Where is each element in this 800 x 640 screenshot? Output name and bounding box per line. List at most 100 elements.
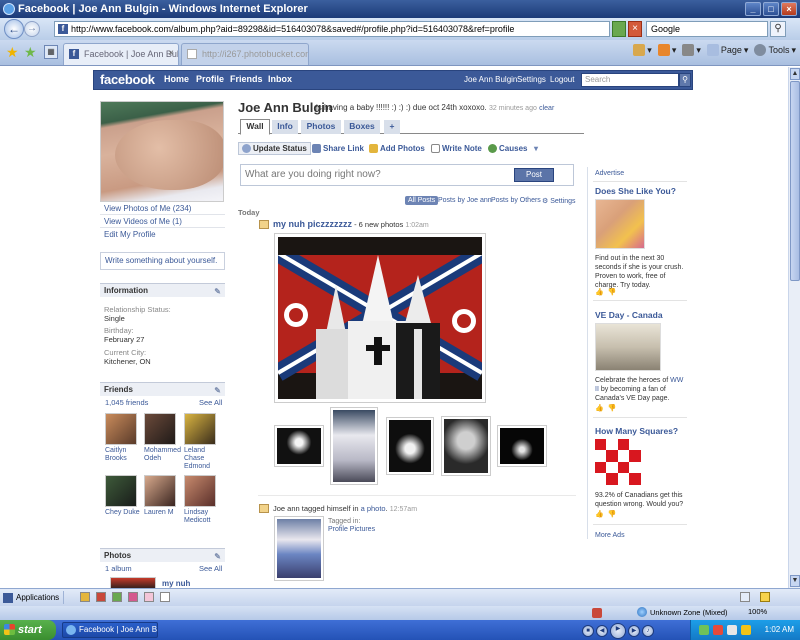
tag-time[interactable]: 12:57am bbox=[390, 506, 417, 513]
ad-image[interactable] bbox=[595, 439, 641, 485]
advertise-link[interactable]: Advertise bbox=[595, 170, 624, 177]
scroll-down-arrow-icon[interactable]: ▼ bbox=[790, 575, 800, 587]
write-about-yourself-box[interactable]: Write something about yourself. bbox=[100, 252, 225, 270]
address-bar[interactable]: f http://www.facebook.com/album.php?aid=… bbox=[54, 21, 610, 37]
friend-photo[interactable] bbox=[105, 413, 137, 445]
pencil-icon[interactable]: ✎ bbox=[214, 384, 221, 397]
start-button[interactable]: start bbox=[0, 620, 56, 640]
story-time[interactable]: 1:02am bbox=[405, 222, 428, 229]
tab-photos[interactable]: Photos bbox=[301, 120, 341, 134]
ad-image[interactable] bbox=[595, 199, 645, 249]
friend-photo[interactable] bbox=[184, 413, 216, 445]
fb-search-input[interactable]: Search bbox=[581, 73, 679, 87]
view-photos-link[interactable]: View Photos of Me (234) bbox=[104, 204, 191, 213]
ad-title[interactable]: Does She Like You? bbox=[595, 186, 676, 196]
friend-name[interactable]: Chey Duke bbox=[105, 509, 145, 517]
post-button[interactable]: Post bbox=[514, 168, 554, 182]
gifts-app-icon[interactable] bbox=[128, 592, 138, 602]
nav-profile[interactable]: Profile bbox=[196, 74, 224, 84]
forward-button[interactable]: → bbox=[24, 21, 40, 37]
tab-wall[interactable]: Wall bbox=[240, 119, 270, 135]
add-favorites-icon[interactable]: ★ bbox=[24, 45, 38, 59]
album-name-link[interactable]: my nuh bbox=[162, 579, 190, 588]
ad-like-buttons[interactable]: 👍 👎 bbox=[595, 404, 617, 412]
edit-profile-link[interactable]: Edit My Profile bbox=[104, 230, 156, 239]
friend-name[interactable]: Lindsay Medicott bbox=[184, 509, 224, 525]
xoxo-app-icon[interactable] bbox=[144, 592, 154, 602]
share-link-button[interactable]: Share Link bbox=[312, 144, 364, 153]
previous-track-icon[interactable]: ◀ bbox=[596, 625, 608, 637]
friend-name[interactable]: Caitlyn Brooks bbox=[105, 447, 145, 463]
tagged-photo[interactable] bbox=[274, 516, 324, 581]
nav-user-name[interactable]: Joe Ann Bulgin bbox=[464, 75, 517, 84]
page-menu[interactable]: Page ▾ bbox=[706, 44, 748, 56]
feeds-button[interactable]: ▾ bbox=[657, 44, 676, 56]
friends-see-all-link[interactable]: See All bbox=[199, 398, 222, 407]
taskbar-ie-window[interactable]: Facebook | Joe Ann B... bbox=[62, 622, 158, 638]
refresh-button[interactable] bbox=[612, 21, 626, 37]
write-note-button[interactable]: Write Note bbox=[431, 144, 482, 153]
story-thumbnail[interactable] bbox=[330, 407, 378, 485]
chat-popout-icon[interactable] bbox=[740, 592, 750, 602]
clock[interactable]: 1:02 AM bbox=[765, 625, 794, 634]
profile-picture[interactable] bbox=[100, 101, 224, 202]
home-button[interactable]: ▾ bbox=[633, 44, 652, 56]
ad-like-buttons[interactable]: 👍 👎 bbox=[595, 510, 617, 518]
stop-media-icon[interactable]: ■ bbox=[582, 625, 594, 637]
tab-facebook[interactable]: f Facebook | Joe Ann Bulgin × bbox=[63, 43, 179, 65]
album-cover[interactable] bbox=[110, 577, 156, 588]
story-thumbnail[interactable] bbox=[497, 425, 547, 467]
minimize-button[interactable]: _ bbox=[745, 2, 761, 16]
network-icon[interactable] bbox=[699, 625, 709, 635]
facebook-logo[interactable]: facebook bbox=[100, 72, 155, 87]
nav-friends[interactable]: Friends bbox=[230, 74, 263, 84]
back-button[interactable]: ← bbox=[4, 19, 24, 39]
favorites-star-icon[interactable]: ★ bbox=[6, 45, 20, 59]
ad-title[interactable]: How Many Squares? bbox=[595, 426, 678, 436]
nav-settings[interactable]: Settings bbox=[517, 75, 546, 84]
friend-photo[interactable] bbox=[105, 475, 137, 507]
volume-icon[interactable]: ♪ bbox=[642, 625, 654, 637]
story-thumbnail[interactable] bbox=[274, 425, 324, 467]
filter-all-posts[interactable]: All Posts bbox=[405, 196, 439, 205]
pencil-icon[interactable]: ✎ bbox=[214, 285, 221, 298]
albums-count-link[interactable]: 1 album bbox=[105, 564, 132, 573]
friends-count-link[interactable]: 1,045 friends bbox=[105, 398, 148, 407]
stop-button[interactable]: × bbox=[628, 21, 642, 37]
add-tab-button[interactable]: + bbox=[384, 120, 400, 134]
pencil-icon[interactable]: ✎ bbox=[214, 550, 221, 563]
add-photos-button[interactable]: Add Photos bbox=[369, 144, 425, 153]
more-actions-dropdown[interactable]: ▾ bbox=[534, 144, 538, 153]
speaker-icon[interactable] bbox=[727, 625, 737, 635]
filter-posts-by-joe-ann[interactable]: Posts by Joe ann bbox=[438, 197, 492, 204]
friend-name[interactable]: Lauren M bbox=[144, 509, 184, 517]
warning-icon[interactable] bbox=[760, 592, 770, 602]
search-icon[interactable]: ⚲ bbox=[770, 21, 786, 37]
search-icon[interactable]: ⚲ bbox=[679, 73, 691, 87]
maximize-button[interactable]: □ bbox=[763, 2, 779, 16]
nav-logout[interactable]: Logout bbox=[550, 75, 574, 84]
friend-photo[interactable] bbox=[184, 475, 216, 507]
close-window-button[interactable]: × bbox=[781, 2, 797, 16]
tag-photo-link[interactable]: a photo bbox=[361, 504, 386, 513]
wall-settings-link[interactable]: ⚙ Settings bbox=[542, 197, 576, 205]
tagged-in-album-link[interactable]: Profile Pictures bbox=[328, 526, 375, 533]
quick-tabs-icon[interactable]: ▦ bbox=[44, 45, 58, 59]
scroll-up-arrow-icon[interactable]: ▲ bbox=[790, 68, 800, 80]
ad-title[interactable]: VE Day - Canada bbox=[595, 310, 663, 320]
messenger-icon[interactable] bbox=[741, 625, 751, 635]
zoom-level[interactable]: 100% bbox=[748, 607, 767, 616]
notes-app-icon[interactable] bbox=[160, 592, 170, 602]
story-thumbnail[interactable] bbox=[386, 417, 434, 475]
friend-photo[interactable] bbox=[144, 413, 176, 445]
ie-search-input[interactable]: Google bbox=[646, 21, 768, 37]
next-track-icon[interactable]: ▶ bbox=[628, 625, 640, 637]
scrollbar-thumb[interactable] bbox=[790, 81, 800, 281]
vertical-scrollbar[interactable]: ▲ ▼ bbox=[788, 67, 800, 588]
tab-info[interactable]: Info bbox=[272, 120, 298, 134]
current-city-value[interactable]: Kitchener, ON bbox=[104, 357, 151, 366]
story-main-photo[interactable] bbox=[273, 233, 487, 403]
tab-photobucket[interactable]: http://i267.photobucket.com/... bbox=[181, 43, 309, 65]
applications-button[interactable]: Applications bbox=[3, 591, 65, 604]
ad-image[interactable] bbox=[595, 323, 661, 371]
